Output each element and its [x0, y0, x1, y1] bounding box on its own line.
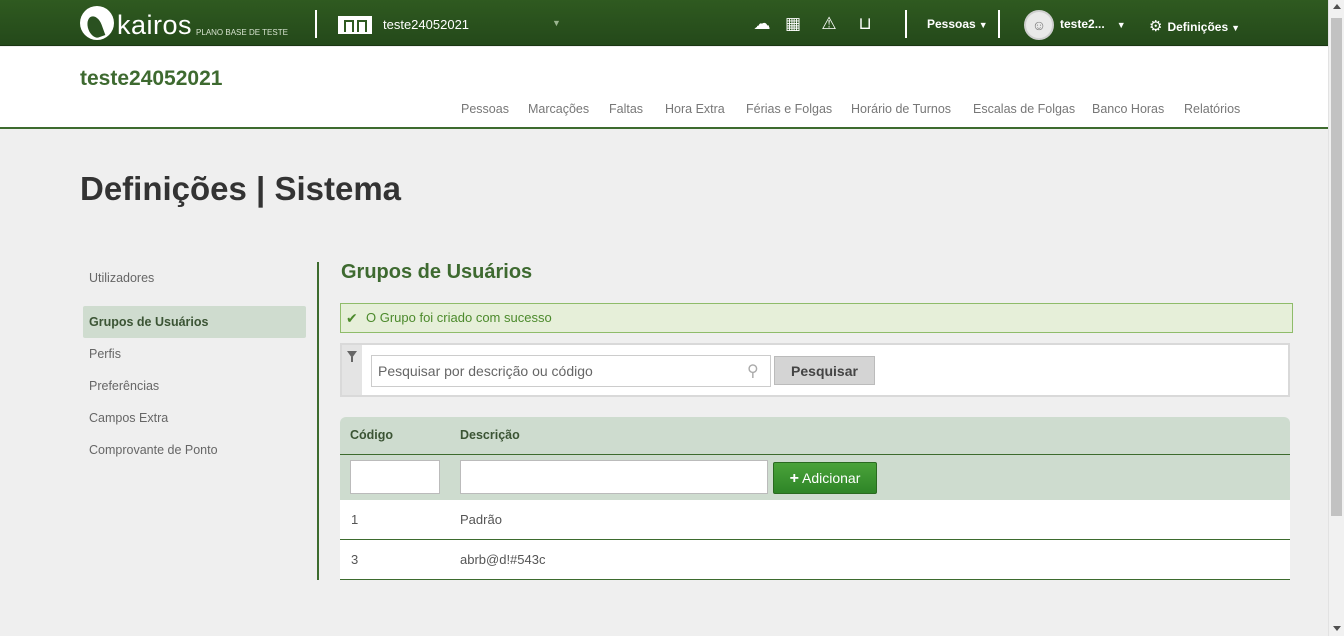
- building-icon: [338, 16, 372, 34]
- cell-code: 3: [351, 552, 359, 567]
- column-header-description[interactable]: Descrição: [460, 428, 520, 442]
- cell-description: abrb@d!#543c: [460, 552, 546, 567]
- logo-text: kairos: [117, 10, 193, 40]
- kairos-logo[interactable]: kairos PLANO BASE DE TESTE: [80, 6, 288, 40]
- logo-subtitle: PLANO BASE DE TESTE: [196, 28, 288, 37]
- sidebar-item-perfis[interactable]: Perfis: [83, 338, 306, 370]
- nav-item-marcacoes[interactable]: Marcações: [528, 102, 589, 116]
- section-title: Grupos de Usuários: [341, 261, 533, 283]
- nav-item-hora-extra[interactable]: Hora Extra: [665, 102, 725, 116]
- logo-mark-icon: [80, 6, 114, 40]
- divider: [340, 454, 1290, 455]
- filter-icon: [347, 351, 357, 362]
- calculator-icon[interactable]: ▦: [782, 14, 804, 34]
- success-alert: ✔ O Grupo foi criado com sucesso: [340, 303, 1293, 333]
- search-panel: ⚲ Pesquisar: [340, 343, 1290, 397]
- new-description-input[interactable]: [460, 460, 768, 494]
- search-icon[interactable]: ⚲: [747, 361, 759, 381]
- table-row[interactable]: 3 abrb@d!#543c: [340, 540, 1290, 580]
- nav-item-pessoas[interactable]: Pessoas: [461, 102, 509, 116]
- people-menu-label: Pessoas: [927, 17, 976, 31]
- chevron-down-icon: ▼: [1231, 23, 1241, 33]
- alert-message: O Grupo foi criado com sucesso: [366, 310, 552, 325]
- header: teste24052021 Pessoas Marcações Faltas H…: [0, 47, 1328, 129]
- top-bar: kairos PLANO BASE DE TESTE teste24052021…: [0, 0, 1328, 46]
- inbox-icon[interactable]: ⊔: [854, 14, 876, 34]
- add-button[interactable]: + Adicionar: [773, 462, 877, 494]
- sidebar-item-utilizadores[interactable]: Utilizadores: [83, 262, 306, 294]
- page-title: Definições | Sistema: [80, 170, 402, 207]
- filter-strip[interactable]: [342, 345, 362, 395]
- sidebar-item-preferencias[interactable]: Preferências: [83, 370, 306, 402]
- chevron-down-icon[interactable]: ▼: [552, 18, 561, 28]
- people-menu[interactable]: Pessoas ▼: [927, 17, 988, 31]
- avatar[interactable]: ☺: [1024, 10, 1054, 40]
- sidebar-item-campos-extra[interactable]: Campos Extra: [83, 402, 306, 434]
- chevron-down-icon: ▼: [978, 20, 988, 30]
- sidebar-divider: [317, 262, 319, 580]
- divider: [998, 10, 1000, 38]
- new-code-input[interactable]: [350, 460, 440, 494]
- user-menu[interactable]: teste2... ▼: [1060, 17, 1126, 31]
- plus-icon: +: [789, 470, 799, 487]
- nav-item-faltas[interactable]: Faltas: [609, 102, 643, 116]
- table-header: Código Descrição + Adicionar: [340, 417, 1290, 500]
- gear-icon: ⚙: [1149, 18, 1163, 35]
- add-button-label: Adicionar: [801, 470, 861, 486]
- scroll-thumb[interactable]: [1331, 18, 1342, 516]
- cloud-download-icon[interactable]: ☁: [751, 14, 773, 34]
- sidebar-item-comprovante-ponto[interactable]: Comprovante de Ponto: [83, 434, 306, 466]
- nav-item-horario-turnos[interactable]: Horário de Turnos: [851, 102, 951, 116]
- scroll-up-icon[interactable]: [1333, 4, 1341, 9]
- nav-item-banco-horas[interactable]: Banco Horas: [1092, 102, 1164, 116]
- nav-item-escalas-folgas[interactable]: Escalas de Folgas: [973, 102, 1075, 116]
- settings-menu[interactable]: ⚙ Definições ▼: [1149, 17, 1240, 35]
- search-input[interactable]: [371, 355, 771, 387]
- user-name: teste2...: [1060, 17, 1105, 31]
- divider: [315, 10, 317, 38]
- search-button[interactable]: Pesquisar: [774, 356, 875, 385]
- column-header-code[interactable]: Código: [350, 428, 393, 442]
- warning-icon[interactable]: ⚠: [818, 14, 840, 34]
- settings-menu-label: Definições: [1167, 20, 1229, 34]
- scroll-down-icon[interactable]: [1333, 626, 1341, 631]
- chevron-down-icon: ▼: [1116, 20, 1126, 30]
- divider: [905, 10, 907, 38]
- cell-description: Padrão: [460, 512, 502, 527]
- header-title: teste24052021: [80, 67, 223, 90]
- sidebar-item-grupos-usuarios[interactable]: Grupos de Usuários: [83, 306, 306, 338]
- nav-item-ferias-folgas[interactable]: Férias e Folgas: [746, 102, 832, 116]
- check-icon: ✔: [346, 310, 358, 326]
- company-selector[interactable]: teste24052021: [383, 17, 469, 32]
- cell-code: 1: [351, 512, 359, 527]
- nav-item-relatorios[interactable]: Relatórios: [1184, 102, 1240, 116]
- table-row[interactable]: 1 Padrão: [340, 500, 1290, 540]
- vertical-scrollbar[interactable]: [1328, 0, 1344, 636]
